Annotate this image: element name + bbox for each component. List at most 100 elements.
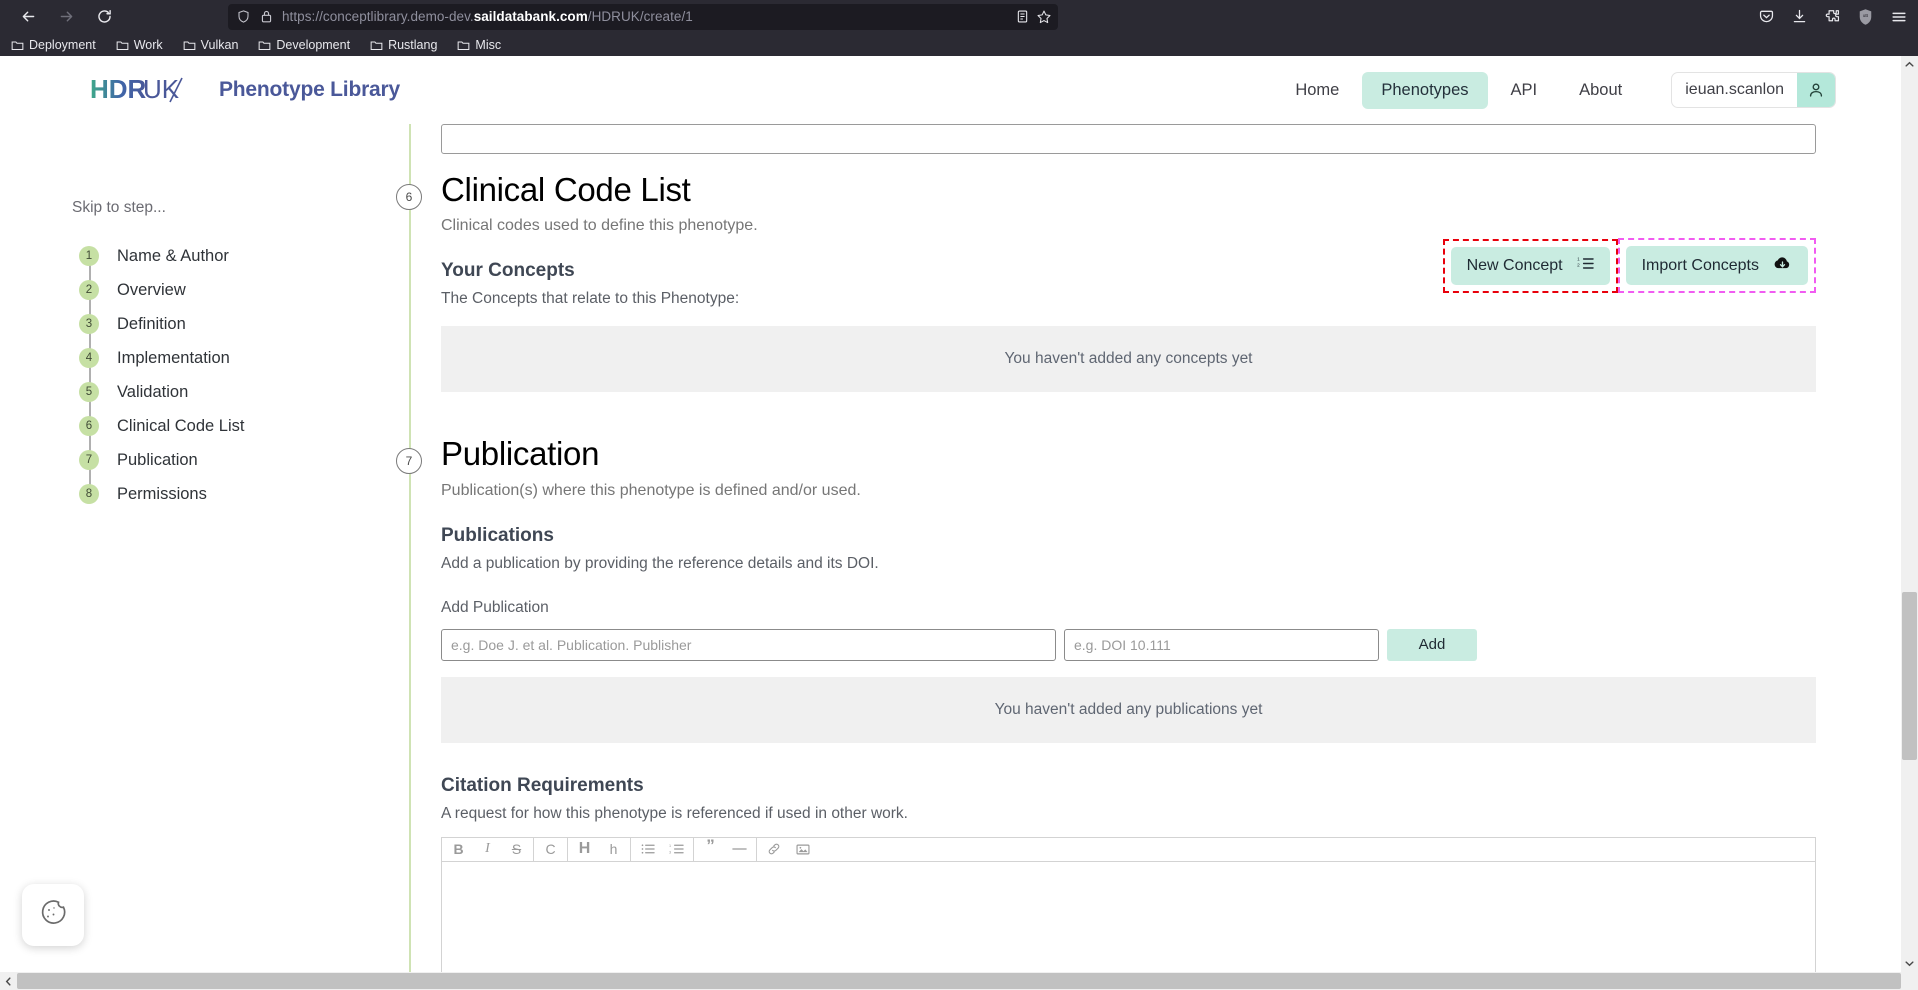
sidebar-step-name-author[interactable]: 1 Name & Author xyxy=(72,239,405,273)
link-icon[interactable] xyxy=(759,838,788,861)
cookie-settings-button[interactable] xyxy=(22,884,84,946)
heading-small-icon[interactable]: h xyxy=(599,838,628,861)
citation-editor: B I S C H h 1 3 ” xyxy=(441,836,1816,990)
nav-item-api[interactable]: API xyxy=(1492,72,1557,109)
bookmark-folder-misc[interactable]: Misc xyxy=(454,37,504,53)
bookmark-folder-deployment[interactable]: Deployment xyxy=(8,37,99,53)
nav-item-home[interactable]: Home xyxy=(1276,72,1358,109)
toolbar-divider xyxy=(693,837,694,861)
bookmark-label: Work xyxy=(133,37,163,52)
site-logo[interactable]: HDR UK Phenotype Library xyxy=(90,74,400,106)
publications-description: Add a publication by providing the refer… xyxy=(441,554,879,572)
add-publication-row: Add xyxy=(441,628,1816,661)
hdruk-logo-icon: HDR UK xyxy=(90,74,183,104)
reload-button[interactable] xyxy=(86,2,122,32)
star-bookmark-icon[interactable] xyxy=(1036,9,1052,25)
horizontal-rule-icon[interactable] xyxy=(725,838,754,861)
bookmark-folder-rustlang[interactable]: Rustlang xyxy=(367,37,440,53)
bookmark-folder-work[interactable]: Work xyxy=(113,37,166,53)
step-number: 5 xyxy=(79,382,99,402)
nav-item-about[interactable]: About xyxy=(1560,72,1641,109)
publication-title: Publication xyxy=(441,435,600,473)
new-concept-button[interactable]: New Concept 1 2 xyxy=(1450,246,1610,285)
address-bar-actions xyxy=(1015,9,1052,25)
scroll-up-arrow[interactable] xyxy=(1901,56,1918,73)
step-number: 4 xyxy=(79,348,99,368)
publication-reference-input[interactable] xyxy=(441,628,1056,661)
sidebar-step-permissions[interactable]: 8 Permissions xyxy=(72,477,405,511)
toolbar-divider xyxy=(567,837,568,861)
extension-puzzle-icon[interactable] xyxy=(1824,8,1841,25)
step-sidebar: Skip to step... 1 Name & Author 2 Overvi… xyxy=(0,124,405,990)
toolbar-divider xyxy=(630,837,631,861)
sidebar-step-clinical-code-list[interactable]: 6 Clinical Code List xyxy=(72,409,405,443)
shield-icon[interactable] xyxy=(236,9,251,24)
citation-requirements-description: A request for how this phenotype is refe… xyxy=(441,804,908,822)
add-publication-button[interactable]: Add xyxy=(1387,628,1477,661)
cloud-download-icon xyxy=(1773,255,1792,276)
user-avatar-icon[interactable] xyxy=(1797,73,1835,107)
horizontal-scrollbar[interactable] xyxy=(0,972,1918,990)
blockquote-icon[interactable]: ” xyxy=(696,837,725,861)
browser-viewport: HDR UK Phenotype Library Home Phenotypes… xyxy=(0,56,1918,990)
browser-toolbar: https://conceptlibrary.demo-dev.saildata… xyxy=(0,0,1918,33)
url-text: https://conceptlibrary.demo-dev.saildata… xyxy=(282,9,693,24)
svg-text:1: 1 xyxy=(669,844,671,848)
heading-large-icon[interactable]: H xyxy=(570,838,599,861)
address-bar[interactable]: https://conceptlibrary.demo-dev.saildata… xyxy=(228,3,1058,30)
bookmark-folder-development[interactable]: Development xyxy=(255,37,353,53)
horizontal-scrollbar-thumb[interactable] xyxy=(17,973,1901,989)
nav-item-phenotypes[interactable]: Phenotypes xyxy=(1362,71,1488,109)
user-menu[interactable]: ieuan.scanlon xyxy=(1671,72,1836,108)
vertical-scrollbar[interactable] xyxy=(1901,56,1918,972)
sidebar-step-publication[interactable]: 7 Publication xyxy=(72,443,405,477)
import-concepts-label: Import Concepts xyxy=(1641,256,1759,274)
vertical-scrollbar-thumb[interactable] xyxy=(1902,592,1917,760)
navigation-buttons xyxy=(10,2,122,32)
previous-section-input[interactable] xyxy=(441,124,1816,154)
hamburger-menu-icon[interactable] xyxy=(1890,8,1908,26)
publication-subtitle: Publication(s) where this phenotype is d… xyxy=(441,481,861,499)
reader-view-icon[interactable] xyxy=(1015,9,1030,24)
code-icon[interactable]: C xyxy=(536,838,565,861)
step-label: Implementation xyxy=(117,348,230,367)
forward-button[interactable] xyxy=(48,2,84,32)
bold-icon[interactable]: B xyxy=(444,838,473,861)
bookmark-label: Rustlang xyxy=(388,37,438,52)
ordered-list-icon: 1 2 xyxy=(1577,256,1594,276)
italic-icon[interactable]: I xyxy=(473,838,502,861)
annotation-box-new-concept: New Concept 1 2 xyxy=(1442,238,1618,293)
downloads-icon[interactable] xyxy=(1791,8,1808,25)
pocket-icon[interactable] xyxy=(1758,8,1775,25)
step-number: 7 xyxy=(79,450,99,470)
publications-empty-state: You haven't added any publications yet xyxy=(441,676,1816,743)
sidebar-step-implementation[interactable]: 4 Implementation xyxy=(72,341,405,375)
cookie-icon xyxy=(38,898,68,933)
bullet-list-icon[interactable] xyxy=(633,838,662,861)
section-number-badge: 6 xyxy=(396,184,422,210)
publications-heading: Publications xyxy=(441,524,554,546)
sidebar-step-definition[interactable]: 3 Definition xyxy=(72,307,405,341)
step-label: Validation xyxy=(117,382,189,401)
publication-doi-input[interactable] xyxy=(1064,628,1379,661)
padlock-icon[interactable] xyxy=(260,9,273,24)
numbered-list-icon[interactable]: 13 xyxy=(662,838,691,861)
username-label: ieuan.scanlon xyxy=(1685,81,1784,98)
scroll-down-arrow[interactable] xyxy=(1901,955,1918,972)
strikethrough-icon[interactable]: S xyxy=(502,838,531,861)
site-navigation: Home Phenotypes API About ieuan.scanlon xyxy=(1276,71,1836,109)
annotation-box-import-concepts: Import Concepts xyxy=(1617,238,1816,294)
step-number: 6 xyxy=(79,416,99,436)
ublock-origin-shield-icon[interactable]: uB xyxy=(1857,8,1874,26)
scroll-left-arrow[interactable] xyxy=(0,972,17,990)
import-concepts-button[interactable]: Import Concepts xyxy=(1625,246,1808,286)
citation-editor-textarea[interactable] xyxy=(441,861,1816,990)
svg-text:3: 3 xyxy=(669,851,671,855)
section-clinical-code-list: 6 Clinical Code List Clinical codes used… xyxy=(396,171,1816,393)
image-icon[interactable] xyxy=(788,838,817,861)
bookmark-folder-vulkan[interactable]: Vulkan xyxy=(180,37,242,53)
back-button[interactable] xyxy=(10,2,46,32)
step-number: 3 xyxy=(79,314,99,334)
sidebar-step-overview[interactable]: 2 Overview xyxy=(72,273,405,307)
sidebar-step-validation[interactable]: 5 Validation xyxy=(72,375,405,409)
